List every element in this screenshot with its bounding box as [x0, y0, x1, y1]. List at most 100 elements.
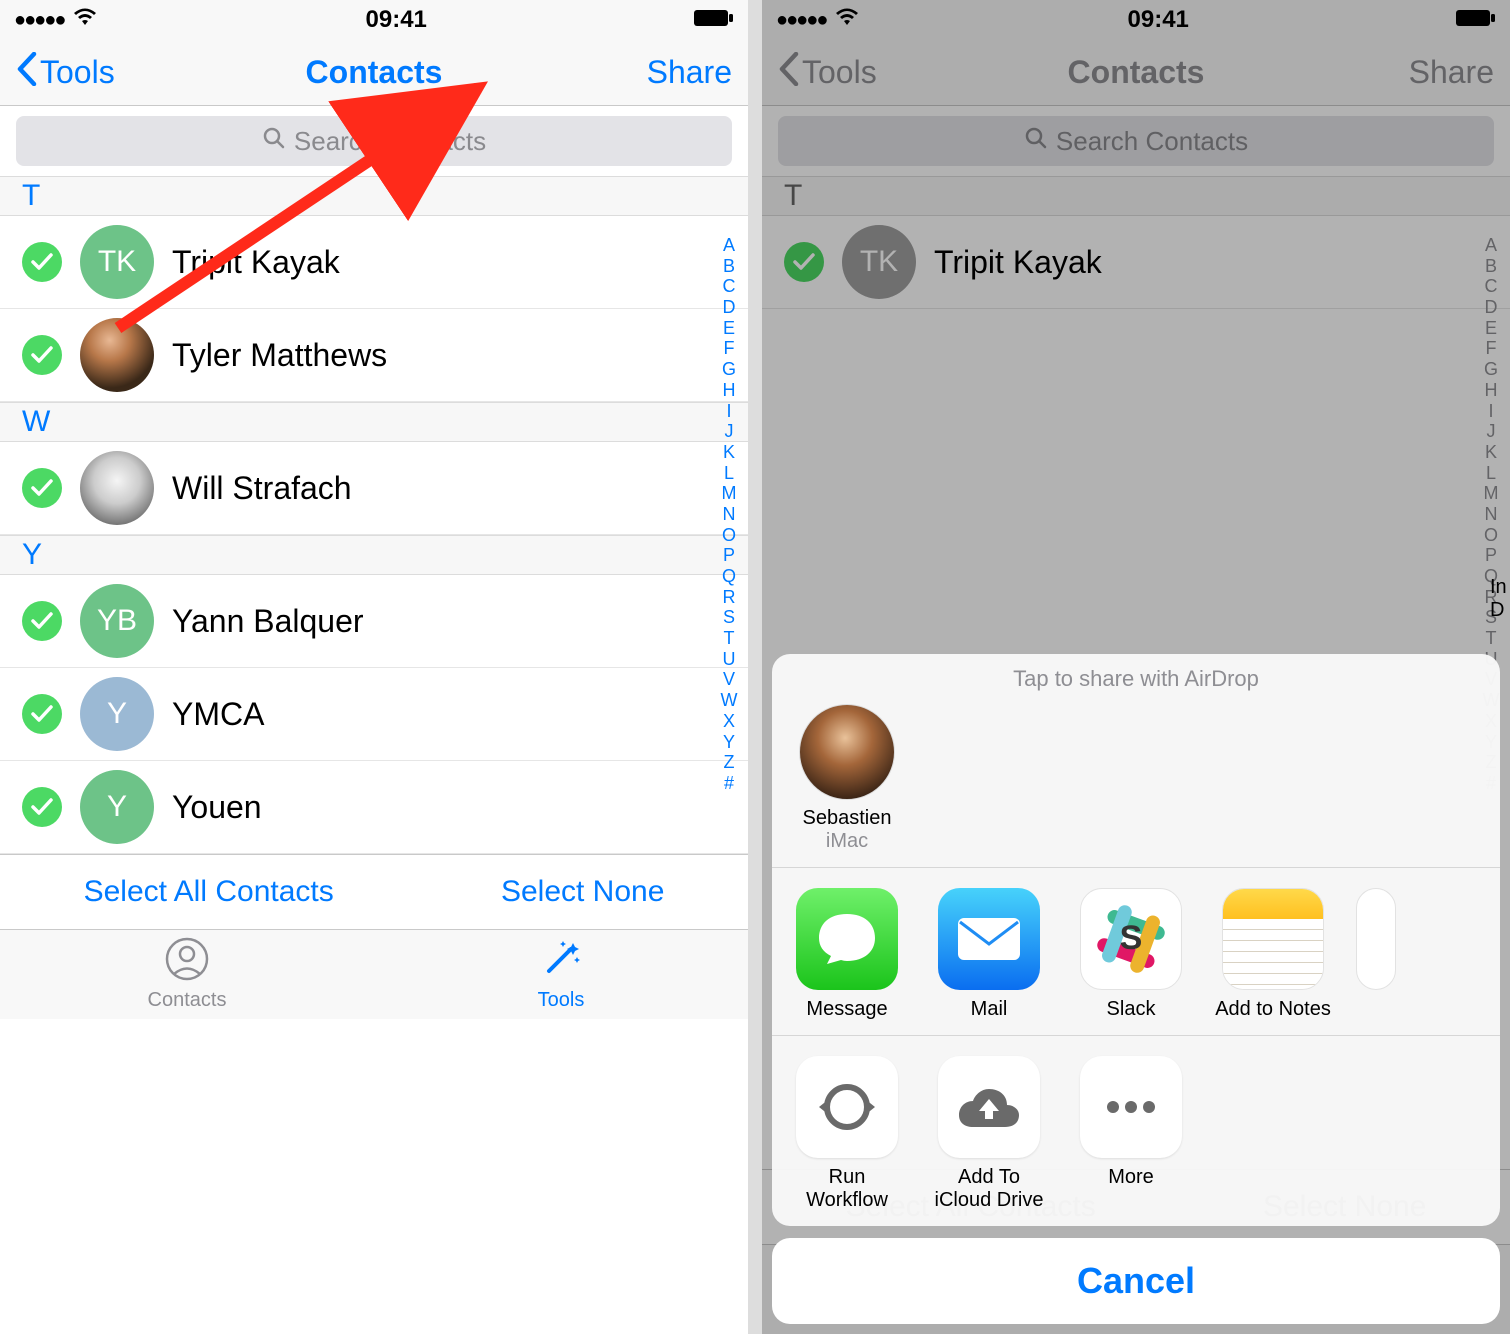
contact-name: Tripit Kayak	[172, 244, 340, 281]
tab-label: Contacts	[148, 989, 227, 1012]
contact-name: Tyler Matthews	[172, 337, 387, 374]
index-letter[interactable]: K	[723, 442, 735, 463]
share-app-overflow[interactable]	[1356, 888, 1396, 1021]
index-letter[interactable]: H	[723, 380, 736, 401]
index-letter[interactable]: P	[1485, 545, 1497, 566]
index-letter[interactable]: O	[1484, 525, 1498, 546]
share-action-workflow[interactable]: Run Workflow	[788, 1056, 906, 1212]
contact-row[interactable]: Y YMCA	[0, 668, 748, 761]
index-letter[interactable]: M	[722, 483, 737, 504]
index-letter[interactable]: A	[723, 235, 735, 256]
index-bar[interactable]: ABCDEFGHIJKLMNOPQRSTUVWXYZ#	[714, 235, 744, 794]
wifi-icon	[72, 6, 98, 34]
contact-row[interactable]: Will Strafach	[0, 442, 748, 535]
index-letter[interactable]: G	[722, 359, 736, 380]
index-letter[interactable]: G	[1484, 359, 1498, 380]
share-button[interactable]: Share	[647, 54, 732, 91]
select-all-button[interactable]: Select All Contacts	[84, 875, 334, 909]
app-label: Mail	[930, 998, 1048, 1021]
index-letter[interactable]: L	[724, 463, 734, 484]
contact-row[interactable]: Tyler Matthews	[0, 309, 748, 402]
checkmark-icon	[22, 468, 62, 508]
share-action-more[interactable]: More	[1072, 1056, 1190, 1212]
contact-row[interactable]: Y Youen	[0, 761, 748, 854]
index-letter[interactable]: Y	[723, 732, 735, 753]
back-label: Tools	[802, 54, 877, 91]
index-letter[interactable]: Z	[724, 752, 735, 773]
index-letter[interactable]: N	[1485, 504, 1498, 525]
overflow-icon	[1356, 888, 1396, 990]
index-letter[interactable]: T	[724, 628, 735, 649]
contact-name: Tripit Kayak	[934, 244, 1102, 281]
index-letter[interactable]: L	[1486, 463, 1496, 484]
index-letter[interactable]: R	[723, 587, 736, 608]
index-letter[interactable]: M	[1484, 483, 1499, 504]
select-none-button[interactable]: Select None	[501, 875, 664, 909]
index-letter[interactable]: I	[726, 401, 731, 422]
share-app-notes[interactable]: Add to Notes	[1214, 888, 1332, 1021]
contact-row[interactable]: TK Tripit Kayak	[762, 216, 1510, 309]
index-letter[interactable]: N	[723, 504, 736, 525]
index-letter[interactable]: C	[723, 276, 736, 297]
index-letter[interactable]: V	[723, 669, 735, 690]
contact-row[interactable]: YB Yann Balquer	[0, 575, 748, 668]
cancel-button[interactable]: Cancel	[772, 1238, 1500, 1324]
airdrop-avatar	[799, 704, 895, 800]
index-letter[interactable]: H	[1485, 380, 1498, 401]
right-screenshot: ●●●●● 09:41 Tools Contacts Share Search …	[762, 0, 1510, 1334]
contact-name: YMCA	[172, 696, 264, 733]
checkmark-icon	[22, 694, 62, 734]
icloud-icon	[938, 1056, 1040, 1158]
search-container: Search Contacts	[0, 106, 748, 176]
tab-tools[interactable]: Tools	[374, 930, 748, 1019]
index-letter[interactable]: C	[1485, 276, 1498, 297]
chevron-back-icon	[778, 52, 800, 94]
index-letter[interactable]: E	[1485, 318, 1497, 339]
index-letter[interactable]: Q	[722, 566, 736, 587]
index-letter[interactable]: B	[723, 256, 735, 277]
share-app-mail[interactable]: Mail	[930, 888, 1048, 1021]
tab-contacts[interactable]: Contacts	[0, 930, 374, 1019]
index-letter[interactable]: J	[1487, 421, 1496, 442]
index-letter[interactable]: T	[1486, 628, 1497, 649]
index-letter[interactable]: K	[1485, 442, 1497, 463]
index-letter[interactable]: E	[723, 318, 735, 339]
index-letter[interactable]: D	[1485, 297, 1498, 318]
index-letter[interactable]: P	[723, 545, 735, 566]
index-letter[interactable]: J	[725, 421, 734, 442]
notes-icon	[1222, 888, 1324, 990]
signal-dots-icon: ●●●●●	[776, 9, 826, 32]
back-button[interactable]: Tools	[16, 52, 115, 94]
search-icon	[262, 126, 286, 157]
share-button[interactable]: Share	[1409, 54, 1494, 91]
battery-icon	[1456, 6, 1496, 34]
index-letter[interactable]: U	[723, 649, 736, 670]
share-app-message[interactable]: Message	[788, 888, 906, 1021]
search-input[interactable]: Search Contacts	[778, 116, 1494, 166]
index-letter[interactable]: #	[724, 773, 734, 794]
back-button[interactable]: Tools	[778, 52, 877, 94]
checkmark-icon	[22, 335, 62, 375]
share-app-slack[interactable]: S Slack	[1072, 888, 1190, 1021]
index-letter[interactable]: D	[723, 297, 736, 318]
search-input[interactable]: Search Contacts	[16, 116, 732, 166]
airdrop-target[interactable]: Sebastien iMac	[792, 704, 902, 853]
index-letter[interactable]: A	[1485, 235, 1497, 256]
contact-row[interactable]: TK Tripit Kayak	[0, 216, 748, 309]
airdrop-hint: Tap to share with AirDrop	[772, 654, 1500, 698]
index-letter[interactable]: O	[722, 525, 736, 546]
index-letter[interactable]: F	[724, 338, 735, 359]
share-action-icloud[interactable]: Add To iCloud Drive	[930, 1056, 1048, 1212]
signal-dots-icon: ●●●●●	[14, 9, 64, 32]
workflow-icon	[796, 1056, 898, 1158]
index-letter[interactable]: I	[1488, 401, 1493, 422]
action-label: Add To iCloud Drive	[930, 1166, 1048, 1212]
index-letter[interactable]: S	[723, 607, 735, 628]
action-label: Run Workflow	[788, 1166, 906, 1212]
contact-name: Youen	[172, 789, 262, 826]
index-letter[interactable]: W	[721, 690, 738, 711]
index-letter[interactable]: X	[723, 711, 735, 732]
index-letter[interactable]: B	[1485, 256, 1497, 277]
status-bar: ●●●●● 09:41	[762, 0, 1510, 40]
index-letter[interactable]: F	[1486, 338, 1497, 359]
